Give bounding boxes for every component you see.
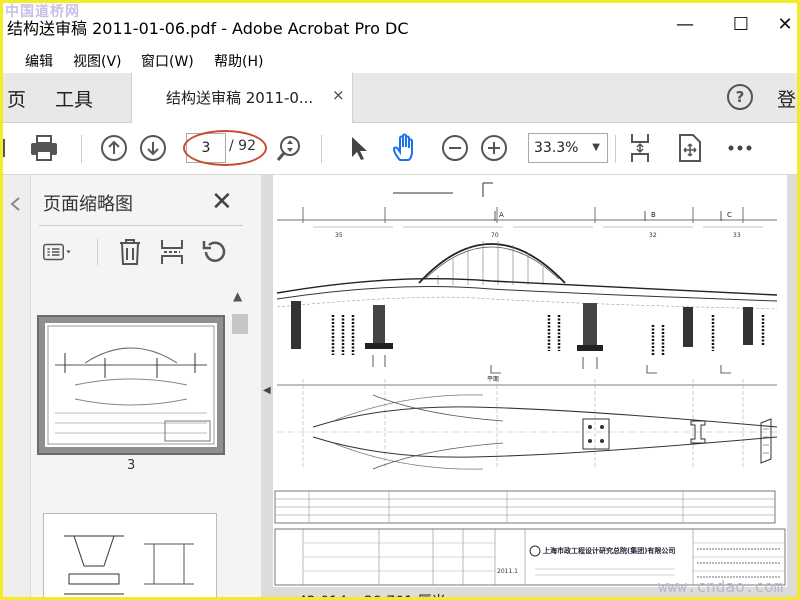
menu-edit[interactable]: 编辑 bbox=[25, 51, 53, 71]
title-bar: 中国道桥网 结构送审稿 2011-01-06.pdf - Adobe Acrob… bbox=[3, 3, 797, 47]
tab-close-icon[interactable]: × bbox=[332, 86, 345, 104]
chevron-down-icon: ▼ bbox=[592, 142, 600, 153]
toolbar-partial-icon[interactable] bbox=[3, 133, 19, 163]
fit-page-icon[interactable] bbox=[625, 133, 655, 163]
toolbar-separator bbox=[97, 239, 98, 265]
span-label-right1: 32 bbox=[649, 232, 657, 239]
zoom-marquee-icon[interactable] bbox=[275, 133, 305, 163]
zoom-out-icon[interactable] bbox=[440, 133, 470, 163]
thumbnail-options-icon[interactable] bbox=[43, 237, 73, 267]
help-icon[interactable]: ? bbox=[727, 84, 753, 110]
signin-button[interactable]: 登 bbox=[777, 85, 796, 112]
collapse-panel-icon[interactable]: ◀ bbox=[263, 385, 271, 396]
tab-bar: 页 工具 结构送审稿 2011-0... × ? 登 bbox=[3, 73, 797, 123]
tab-document-label: 结构送审稿 2011-0... bbox=[166, 89, 314, 107]
span-label-right2: 33 bbox=[733, 232, 741, 239]
tab-home[interactable]: 页 bbox=[7, 85, 26, 112]
toolbar-separator bbox=[81, 135, 82, 163]
insert-page-icon[interactable] bbox=[157, 237, 187, 267]
toolbar-separator bbox=[615, 135, 616, 163]
bridge-drawing: A B C 35 70 32 33 平面 上海市政工程设计研究总院(集团)有限公… bbox=[274, 182, 786, 586]
window-title: 结构送审稿 2011-01-06.pdf - Adobe Acrobat Pro… bbox=[7, 19, 409, 38]
delete-page-icon[interactable] bbox=[115, 237, 145, 267]
zoom-in-icon[interactable] bbox=[479, 133, 509, 163]
close-button[interactable]: ✕ bbox=[763, 9, 797, 39]
rotate-page-icon[interactable] bbox=[199, 237, 229, 267]
prev-page-icon[interactable] bbox=[99, 133, 129, 163]
pdf-page: A B C 35 70 32 33 平面 上海市政工程设计研究总院(集团)有限公… bbox=[273, 175, 787, 587]
menu-help[interactable]: 帮助(H) bbox=[214, 51, 263, 71]
navigation-rail bbox=[3, 175, 31, 597]
maximize-button[interactable]: ☐ bbox=[719, 9, 763, 39]
span-label-mid: 70 bbox=[491, 232, 499, 239]
tab-tools[interactable]: 工具 bbox=[55, 85, 93, 112]
full-screen-icon[interactable] bbox=[675, 133, 705, 163]
thumbnail-image bbox=[45, 323, 217, 447]
thumbnail-scrollbar[interactable]: ▲ bbox=[231, 289, 249, 597]
section-mark-b: B bbox=[651, 211, 656, 219]
tab-document[interactable]: 结构送审稿 2011-0... × bbox=[131, 73, 353, 123]
scroll-up-icon[interactable]: ▲ bbox=[233, 289, 242, 303]
thumbnail-label: 3 bbox=[127, 458, 136, 473]
scrollbar-thumb[interactable] bbox=[232, 314, 248, 334]
select-tool-icon[interactable] bbox=[343, 133, 373, 163]
next-page-icon[interactable] bbox=[138, 133, 168, 163]
menu-window[interactable]: 窗口(W) bbox=[141, 51, 194, 71]
more-tools-icon[interactable] bbox=[725, 133, 755, 163]
thumbnails-panel-title: 页面缩略图 bbox=[43, 194, 133, 215]
annotation-circle bbox=[183, 130, 267, 166]
thumbnails-panel: 页面缩略图 ✕ ▲ 3 bbox=[31, 175, 261, 597]
app-window: 中国道桥网 结构送审稿 2011-01-06.pdf - Adobe Acrob… bbox=[0, 0, 800, 600]
company-name: 上海市政工程设计研究总院(集团)有限公司 bbox=[543, 546, 675, 555]
rail-toggle-icon[interactable] bbox=[9, 197, 21, 211]
print-icon[interactable] bbox=[29, 133, 59, 163]
site-watermark-bottom: www.cndao.com bbox=[658, 577, 784, 596]
minimize-button[interactable]: — bbox=[663, 9, 707, 39]
page-dimensions: 42.014 x 29.701 厘米 bbox=[298, 591, 446, 597]
panel-divider bbox=[39, 225, 243, 226]
zoom-level-select[interactable]: 33.3% ▼ bbox=[528, 133, 608, 163]
toolbar-separator bbox=[321, 135, 322, 163]
zoom-level-value: 33.3% bbox=[534, 140, 579, 156]
main-toolbar: 3 / 92 33.3% ▼ bbox=[3, 123, 797, 175]
section-mark-c: C bbox=[727, 211, 732, 219]
section-mark-a: A bbox=[499, 211, 504, 219]
drawing-date: 2011.1 bbox=[497, 568, 518, 575]
menu-view[interactable]: 视图(V) bbox=[73, 51, 122, 71]
menu-bar: 编辑 视图(V) 窗口(W) 帮助(H) bbox=[3, 47, 797, 73]
thumbnail-page-3[interactable] bbox=[37, 315, 225, 455]
close-panel-icon[interactable]: ✕ bbox=[211, 187, 233, 217]
thumbnail-page-4[interactable] bbox=[43, 513, 217, 597]
span-label-left: 35 bbox=[335, 232, 343, 239]
hand-tool-icon[interactable] bbox=[391, 133, 421, 163]
